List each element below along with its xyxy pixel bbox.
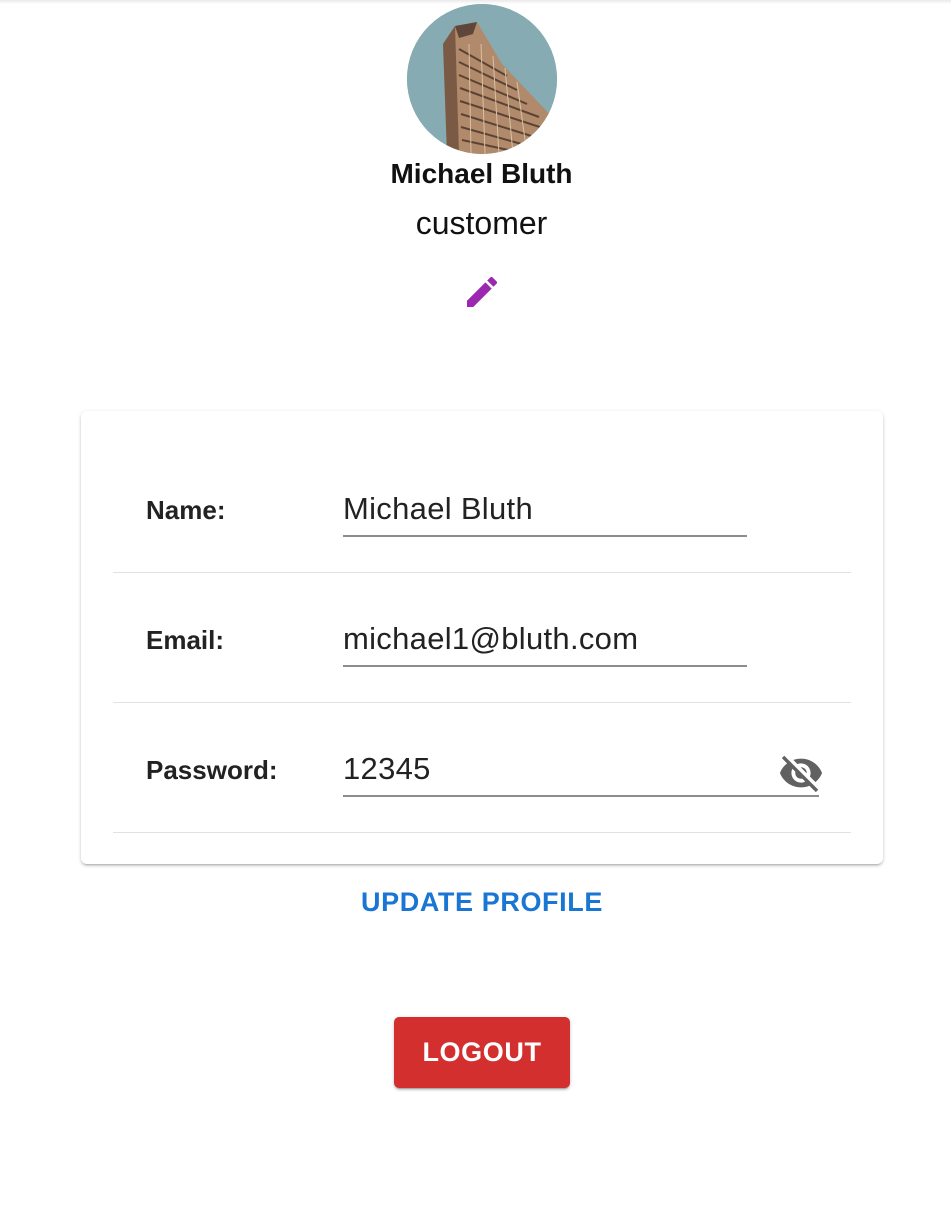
- profile-role: customer: [415, 205, 548, 241]
- name-field-wrapper: [343, 485, 747, 537]
- profile-form-card: Name: Email: Password:: [81, 411, 883, 864]
- avatar-image: [407, 4, 557, 154]
- password-input[interactable]: [343, 745, 763, 793]
- avatar: [407, 4, 557, 154]
- email-field-wrapper: [343, 615, 747, 667]
- email-label: Email:: [146, 625, 225, 655]
- password-label: Password:: [146, 755, 278, 785]
- password-field-wrapper: [343, 745, 823, 797]
- toggle-password-visibility-button[interactable]: [777, 753, 825, 793]
- logout-button[interactable]: LOGOUT: [394, 1017, 570, 1088]
- profile-name: Michael Bluth: [390, 158, 573, 189]
- password-row: Password:: [113, 703, 851, 833]
- name-label: Name:: [146, 495, 226, 525]
- email-row: Email:: [113, 573, 851, 703]
- update-profile-button[interactable]: UPDATE PROFILE: [340, 880, 624, 924]
- eye-off-icon: [779, 755, 823, 793]
- name-input[interactable]: [343, 485, 747, 533]
- pencil-icon: [467, 276, 498, 307]
- name-row: Name:: [113, 443, 851, 573]
- email-input[interactable]: [343, 615, 747, 663]
- edit-profile-button[interactable]: [458, 268, 506, 316]
